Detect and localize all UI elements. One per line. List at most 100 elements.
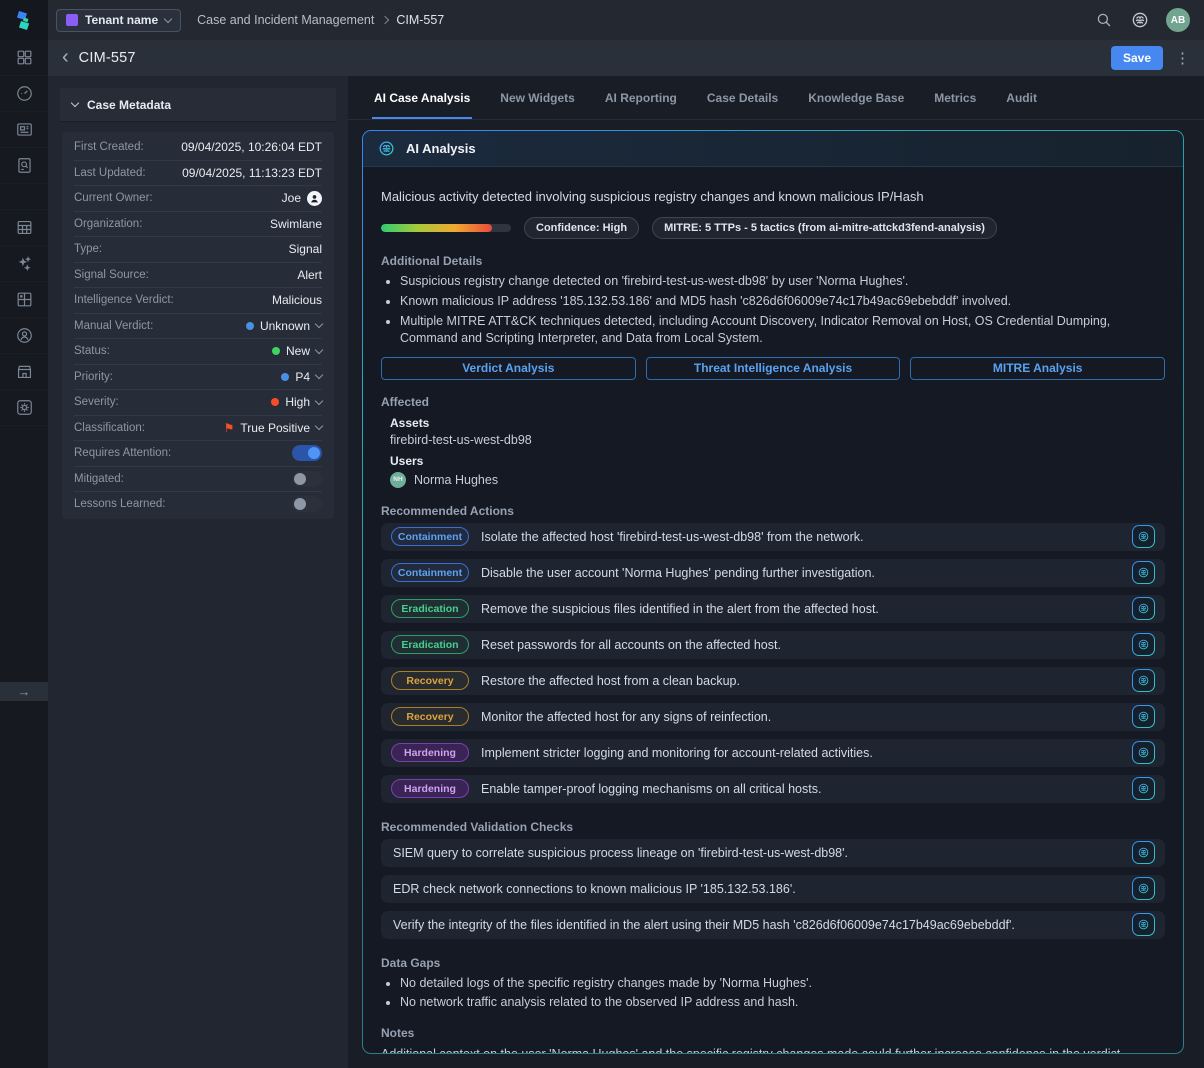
save-button[interactable]: Save bbox=[1111, 46, 1163, 70]
metadata-row: Lessons Learned: bbox=[74, 491, 322, 517]
validation-check-text: EDR check network connections to known m… bbox=[391, 882, 1120, 896]
kebab-menu-icon[interactable]: ⋮ bbox=[1175, 51, 1190, 66]
validation-check-row: EDR check network connections to known m… bbox=[381, 875, 1165, 903]
confidence-badge: Confidence: High bbox=[524, 217, 639, 239]
notes-text: Additional context on the user 'Norma Hu… bbox=[381, 1045, 1165, 1053]
widgets-icon[interactable] bbox=[0, 282, 48, 318]
chevron-down-icon bbox=[315, 371, 323, 379]
page-title: CIM-557 bbox=[79, 50, 136, 66]
case-metadata-panel: Case Metadata First Created:09/04/2025, … bbox=[48, 76, 348, 1068]
run-ai-action-button[interactable] bbox=[1132, 705, 1155, 728]
run-ai-action-button[interactable] bbox=[1132, 741, 1155, 764]
metadata-select[interactable]: P4 bbox=[281, 370, 322, 384]
run-ai-action-button[interactable] bbox=[1132, 669, 1155, 692]
action-category-pill: Eradication bbox=[391, 635, 469, 654]
notes-heading: Notes bbox=[381, 1026, 1165, 1040]
swimlane-logo[interactable] bbox=[0, 0, 48, 40]
run-ai-action-button[interactable] bbox=[1132, 525, 1155, 548]
ai-analysis-panel: AI Analysis Malicious activity detected … bbox=[362, 130, 1184, 1054]
validation-check-text: SIEM query to correlate suspicious proce… bbox=[391, 846, 1120, 860]
record-action-bar: ‹ CIM-557 Save ⋮ bbox=[48, 40, 1204, 76]
run-ai-check-button[interactable] bbox=[1132, 913, 1155, 936]
metadata-value: Unknown bbox=[260, 319, 310, 333]
run-ai-action-button[interactable] bbox=[1132, 633, 1155, 656]
recommended-actions-list: Containment Isolate the affected host 'f… bbox=[381, 523, 1165, 803]
tab[interactable]: Knowledge Base bbox=[806, 76, 906, 119]
metadata-select[interactable]: High bbox=[271, 395, 322, 409]
metadata-label: Manual Verdict: bbox=[74, 320, 246, 332]
action-text: Restore the affected host from a clean b… bbox=[481, 674, 1120, 688]
recommended-action-row: Containment Isolate the affected host 'f… bbox=[381, 523, 1165, 551]
metadata-label: Requires Attention: bbox=[74, 447, 292, 459]
run-ai-action-button[interactable] bbox=[1132, 597, 1155, 620]
metadata-value: Malicious bbox=[272, 293, 322, 307]
user-avatar-icon: NH bbox=[390, 472, 406, 488]
metadata-select[interactable]: ⚑True Positive bbox=[224, 421, 322, 435]
owner-avatar-icon[interactable] bbox=[307, 191, 322, 206]
recommended-action-row: Recovery Restore the affected host from … bbox=[381, 667, 1165, 695]
marketplace-icon[interactable] bbox=[0, 354, 48, 390]
data-gap-bullet: No network traffic analysis related to t… bbox=[400, 994, 1165, 1011]
user-avatar[interactable]: AB bbox=[1166, 8, 1190, 32]
action-category-pill: Hardening bbox=[391, 779, 469, 798]
main-content: AI Case Analysis New Widgets AI Reportin… bbox=[348, 76, 1204, 1068]
action-text: Disable the user account 'Norma Hughes' … bbox=[481, 566, 1120, 580]
topbar: Tenant name Case and Incident Management… bbox=[48, 0, 1204, 40]
tab[interactable]: Metrics bbox=[932, 76, 978, 119]
expand-sidebar-button[interactable]: → bbox=[0, 682, 48, 701]
chevron-down-icon bbox=[315, 346, 323, 354]
asset-value: firebird-test-us-west-db98 bbox=[390, 433, 1165, 447]
search-icon[interactable] bbox=[1090, 6, 1118, 34]
app-root: → Tenant name Case and Incident Manageme… bbox=[0, 0, 1204, 1068]
status-dot bbox=[246, 322, 254, 330]
analysis-button[interactable]: MITRE Analysis bbox=[910, 357, 1165, 380]
settings-icon[interactable] bbox=[0, 390, 48, 426]
mitre-badge: MITRE: 5 TTPs - 5 tactics (from ai-mitre… bbox=[652, 217, 997, 239]
assets-heading: Assets bbox=[390, 416, 1165, 430]
metadata-value: Signal bbox=[289, 242, 322, 256]
analysis-button[interactable]: Threat Intelligence Analysis bbox=[646, 357, 901, 380]
table-records-icon[interactable] bbox=[0, 210, 48, 246]
tenant-selector[interactable]: Tenant name bbox=[56, 9, 181, 32]
tab[interactable]: Audit bbox=[1004, 76, 1039, 119]
recommended-action-row: Recovery Monitor the affected host for a… bbox=[381, 703, 1165, 731]
confidence-bar-fill bbox=[381, 224, 492, 232]
ai-assistant-icon[interactable] bbox=[1126, 6, 1154, 34]
back-chevron-icon[interactable]: ‹ bbox=[62, 47, 69, 67]
ai-sparkles-icon[interactable] bbox=[0, 246, 48, 282]
metadata-value: P4 bbox=[295, 370, 310, 384]
metadata-label: Lessons Learned: bbox=[74, 498, 292, 510]
tab[interactable]: AI Case Analysis bbox=[372, 76, 472, 119]
metadata-select[interactable]: Unknown bbox=[246, 319, 322, 333]
affected-user: NH Norma Hughes bbox=[390, 472, 1165, 488]
recommended-action-row: Eradication Reset passwords for all acco… bbox=[381, 631, 1165, 659]
users-icon[interactable] bbox=[0, 318, 48, 354]
chevron-down-icon bbox=[315, 397, 323, 405]
run-ai-check-button[interactable] bbox=[1132, 877, 1155, 900]
run-ai-action-button[interactable] bbox=[1132, 561, 1155, 584]
action-text: Monitor the affected host for any signs … bbox=[481, 710, 1120, 724]
analysis-button[interactable]: Verdict Analysis bbox=[381, 357, 636, 380]
toggle-switch[interactable] bbox=[292, 445, 322, 461]
run-ai-action-button[interactable] bbox=[1132, 777, 1155, 800]
metadata-label: Priority: bbox=[74, 371, 281, 383]
metadata-select[interactable]: New bbox=[272, 344, 322, 358]
metadata-row: Priority: P4 bbox=[74, 364, 322, 390]
case-metadata-header[interactable]: Case Metadata bbox=[60, 88, 336, 122]
run-ai-check-button[interactable] bbox=[1132, 841, 1155, 864]
users-heading: Users bbox=[390, 454, 1165, 468]
breadcrumb-record[interactable]: CIM-557 bbox=[396, 13, 444, 27]
reports-icon[interactable] bbox=[0, 112, 48, 148]
collapse-chevron-icon bbox=[71, 99, 79, 107]
tab[interactable]: Case Details bbox=[705, 76, 780, 119]
breadcrumb-app[interactable]: Case and Incident Management bbox=[197, 13, 374, 27]
ai-summary: Malicious activity detected involving su… bbox=[381, 189, 1165, 204]
toggle-switch[interactable] bbox=[292, 471, 322, 487]
dashboard-gauge-icon[interactable] bbox=[0, 76, 48, 112]
apps-grid-icon[interactable] bbox=[0, 40, 48, 76]
validation-check-text: Verify the integrity of the files identi… bbox=[391, 918, 1120, 932]
tab[interactable]: AI Reporting bbox=[603, 76, 679, 119]
record-search-icon[interactable] bbox=[0, 148, 48, 184]
toggle-switch[interactable] bbox=[292, 496, 322, 512]
tab[interactable]: New Widgets bbox=[498, 76, 577, 119]
